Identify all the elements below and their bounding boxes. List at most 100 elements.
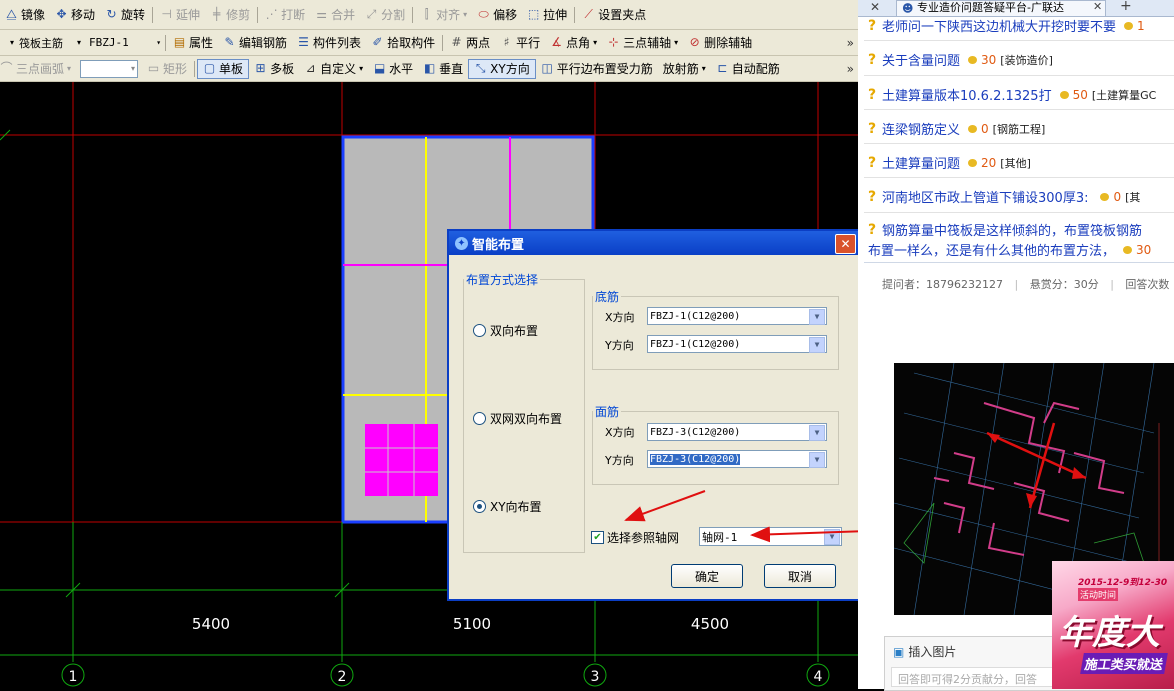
two-point-axis-button[interactable]: # 两点 [445, 33, 495, 53]
question-item[interactable]: ? 老师问一下陕西这边机械大开挖时要不要 1 [868, 16, 1145, 36]
edit-rebar-button[interactable]: ✎ 编辑钢筋 [218, 33, 292, 53]
y-direction-label: Y方向 [605, 454, 634, 467]
top-rebar-group: 面筋 [592, 403, 839, 485]
coin-icon [1059, 90, 1069, 99]
bottom-y-select[interactable]: FBZJ-1(C12@200) ▼ [647, 335, 827, 353]
component-list-button[interactable]: ☰ 构件列表 [292, 33, 366, 53]
divider [864, 75, 1174, 76]
offset-button[interactable]: ⬭ 偏移 [472, 5, 522, 25]
question-icon: ? [868, 51, 877, 68]
mirror-button[interactable]: ⧋ 镜像 [0, 5, 50, 25]
chevron-down-icon: ▾ [701, 64, 706, 73]
divider [864, 109, 1174, 110]
vertical-button[interactable]: ◧ 垂直 [418, 59, 468, 79]
multi-plate-button[interactable]: ⊞ 多板 [249, 59, 299, 79]
move-button[interactable]: ✥ 移动 [50, 5, 100, 25]
horizontal-button[interactable]: ⬓ 水平 [368, 59, 418, 79]
xy-direction-icon: ⤡ [475, 61, 486, 75]
parallel-axis-button[interactable]: ♯ 平行 [495, 33, 545, 53]
top-y-select[interactable]: FBZJ-3(C12@200) ▼ [647, 450, 827, 468]
component-type-select[interactable]: 筏板主筋 ▾ [17, 35, 83, 51]
toolbar-overflow-button[interactable]: » [847, 36, 854, 50]
current-question[interactable]: ? 钢筋算量中筏板是这样倾斜的，布置筏板钢筋 [868, 220, 1142, 240]
tab-qa-platform[interactable]: ☻ 专业造价问题答疑平台-广联达 [896, 0, 1106, 16]
question-icon: ? [868, 86, 877, 103]
set-grip-button[interactable]: ⟋ 设置夹点 [577, 5, 651, 25]
merge-button[interactable]: ⚌ 合并 [310, 5, 360, 25]
split-button[interactable]: ⤢ 分割 [360, 5, 410, 25]
question-icon: ? [868, 221, 877, 238]
radio-indicator [473, 324, 486, 337]
promo-banner[interactable]: 2015-12-9到12-30 活动时间 年度大 施工类买就送 [1052, 561, 1174, 689]
question-icon: ? [868, 17, 877, 34]
chevron-down-icon: ▾ [67, 64, 72, 73]
delete-axis-button[interactable]: ⊘ 删除辅轴 [683, 33, 757, 53]
three-point-arc-button[interactable]: ⌒ 三点画弧 ▾ [0, 59, 76, 79]
bottom-x-select[interactable]: FBZJ-1(C12@200) ▼ [647, 307, 827, 325]
mirror-icon: ⧋ [6, 7, 17, 21]
question-item[interactable]: ? 土建算量版本10.6.2.1325打 50 [土建算量GC [868, 85, 1156, 105]
rectangle-button[interactable]: ▭ 矩形 [142, 59, 192, 79]
toolbar-overflow-button[interactable]: » [847, 62, 854, 76]
two-point-icon: # [451, 35, 462, 49]
property-button[interactable]: ▤ 属性 [168, 33, 218, 53]
question-item[interactable]: ? 土建算量问题 20 [其他] [868, 153, 1031, 173]
shape-select[interactable]: ▾ [80, 59, 139, 78]
pick-component-button[interactable]: ✐ 拾取构件 [366, 33, 440, 53]
dialog-title: 智能布置 [472, 237, 525, 253]
xy-direction-button[interactable]: ⤡ XY方向 [468, 58, 536, 79]
ref-axis-select[interactable]: 轴网-1 ▼ [699, 527, 842, 546]
toolbar-divider [442, 34, 444, 51]
radio-xy-direction[interactable]: XY向布置 [473, 498, 542, 515]
axis-label: 2 [338, 669, 347, 685]
browser-panel: ✕ ☻ 专业造价问题答疑平台-广联达 ✕ + ? 老师问一下陕西这边机械大开挖时要… [858, 0, 1174, 691]
point-angle-axis-button[interactable]: ∡ 点角 ▾ [545, 33, 602, 53]
break-button[interactable]: ⋰ 打断 [260, 5, 310, 25]
divider [864, 40, 1174, 41]
insert-image-button[interactable]: ▣ 插入图片 [893, 643, 956, 660]
tab-close-icon[interactable]: ✕ [1093, 0, 1102, 13]
custom-icon: ⊿ [305, 61, 316, 75]
top-x-select[interactable]: FBZJ-3(C12@200) ▼ [647, 423, 827, 441]
question-item[interactable]: ? 河南地区市政上管道下铺设300厚3: 0 [其 [868, 187, 1140, 207]
close-icon: ✕ [840, 237, 851, 251]
align-button[interactable]: ⫿ 对齐 ▾ [415, 5, 472, 25]
question-icon: ? [868, 154, 877, 171]
single-plate-button[interactable]: ▢ 单板 [197, 58, 250, 79]
radio-bidirectional[interactable]: 双向布置 [473, 322, 538, 339]
multi-plate-icon: ⊞ [255, 61, 266, 75]
merge-icon: ⚌ [316, 7, 327, 21]
radial-rebar-button[interactable]: 放射筋 ▾ [658, 59, 711, 79]
edit-toolbar: ⧋ 镜像 ✥ 移动 ↻ 旋转 ⊣ 延伸 ╪ 修剪 ⋰ 打断 ⚌ 合并 ⤢ 分割 ⫿ 对齐 ▾ ⬭ 偏移… [0, 0, 858, 30]
pile-cap[interactable] [365, 424, 438, 496]
chevron-down-icon: ▼ [809, 309, 825, 325]
stretch-button[interactable]: ⬚ 拉伸 [522, 5, 572, 25]
parallel-edge-rebar-button[interactable]: ◫ 平行边布置受力筋 [536, 59, 658, 79]
layout-toolbar: ⌒ 三点画弧 ▾ ▾ ▭ 矩形 ▢ 单板 ⊞ 多板 ⊿ 自定义 ▾ ⬓ 水平 ◧ 垂直 ⤡ XY方向… [0, 56, 858, 82]
extend-button[interactable]: ⊣ 延伸 [155, 5, 205, 25]
toolbar-divider [165, 34, 167, 51]
toolbar-divider [412, 6, 414, 23]
trim-button[interactable]: ╪ 修剪 [205, 5, 255, 25]
ok-button[interactable]: 确定 [671, 564, 743, 588]
app-icon: ✦ [455, 236, 468, 250]
parallel-edge-icon: ◫ [541, 61, 553, 75]
question-item[interactable]: ? 连梁钢筋定义 0 [钢筋工程] [868, 119, 1045, 139]
new-tab-icon[interactable]: + [1120, 0, 1132, 14]
question-item[interactable]: ? 关于含量问题 30 [装饰造价] [868, 50, 1053, 70]
auto-rebar-button[interactable]: ⊏ 自动配筋 [711, 59, 785, 79]
radio-double-net[interactable]: 双网双向布置 [473, 410, 562, 427]
cancel-button[interactable]: 取消 [764, 564, 836, 588]
ref-axis-checkbox[interactable]: ✔ 选择参照轴网 [591, 529, 679, 546]
close-tab-icon[interactable]: ✕ [870, 0, 880, 14]
component-name-select[interactable]: FBZJ-1 ▾ [87, 35, 163, 51]
custom-button[interactable]: ⊿ 自定义 ▾ [299, 59, 368, 79]
dialog-titlebar[interactable]: ✦ 智能布置 [449, 231, 859, 255]
dimension-label: 4500 [691, 615, 729, 633]
extend-icon: ⊣ [161, 7, 172, 21]
y-direction-label: Y方向 [605, 339, 634, 352]
close-button[interactable]: ✕ [835, 234, 856, 254]
rotate-button[interactable]: ↻ 旋转 [100, 5, 150, 25]
three-point-axis-button[interactable]: ⊹ 三点辅轴 ▾ [602, 33, 683, 53]
move-icon: ✥ [56, 7, 67, 21]
